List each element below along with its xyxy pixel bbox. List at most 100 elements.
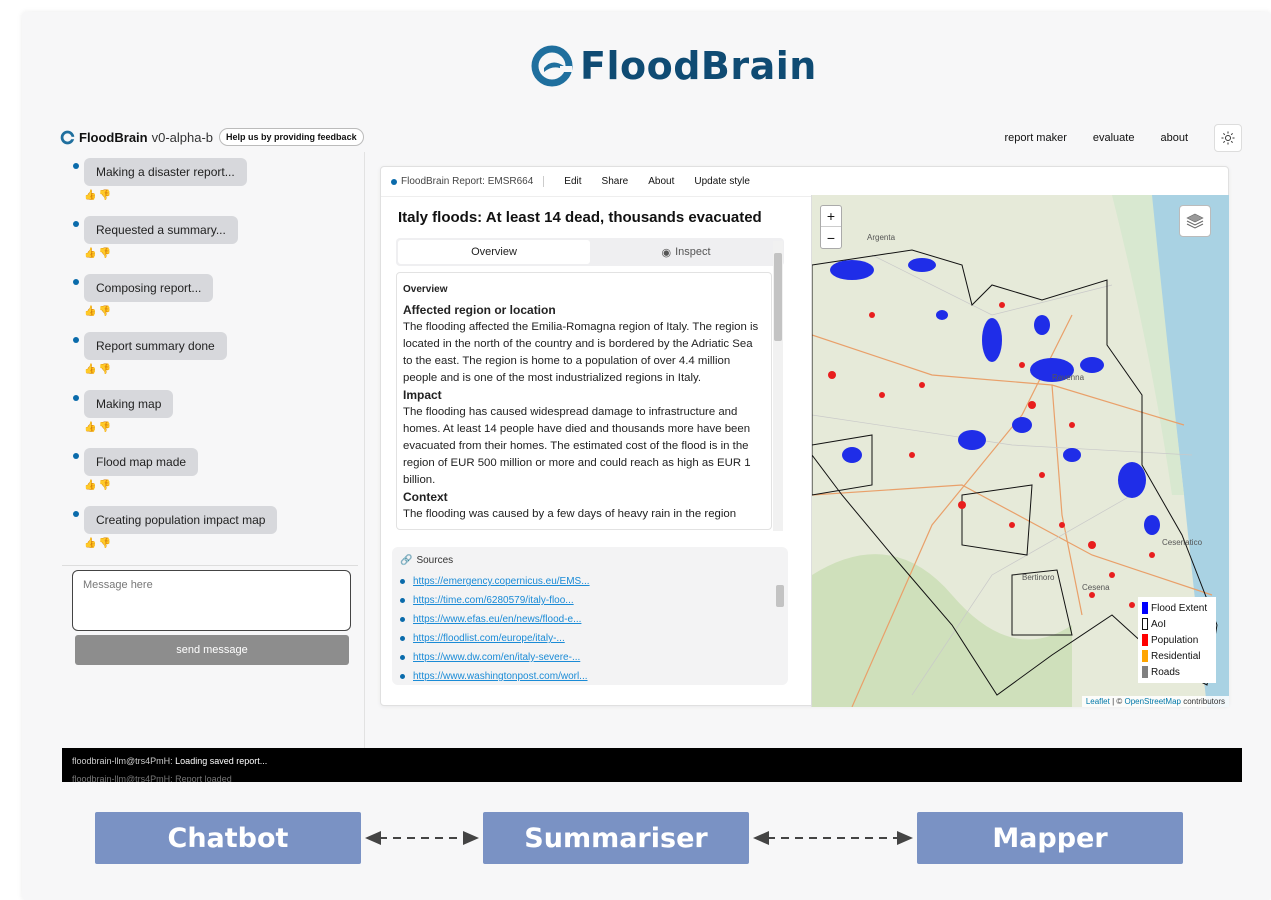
pipeline-chatbot: Chatbot [95,812,361,864]
bot-indicator-icon [73,221,79,227]
layers-button[interactable] [1179,205,1211,237]
legend-label: Residential [1151,650,1201,662]
feedback-thumbs-icon[interactable]: 👍👎 [84,422,360,433]
chat-message: Making map 👍👎 [73,390,360,448]
sun-icon [1221,131,1235,145]
nav-about[interactable]: about [1160,132,1188,144]
menu-share[interactable]: Share [602,176,629,187]
legend-item: Roads [1142,664,1212,680]
link-icon: 🔗 [400,555,413,566]
section-heading: Context [403,490,448,504]
osm-link[interactable]: OpenStreetMap [1124,697,1180,706]
bullet-icon [400,598,405,603]
source-link[interactable]: https://www.efas.eu/en/news/flood-e... [413,614,581,625]
map-place-label: Cesena [1082,583,1110,592]
legend-swatch [1142,634,1148,646]
bullet-icon [400,636,405,641]
overview-scrollbar[interactable] [773,241,783,531]
map-place-label: Cesenatico [1162,538,1203,547]
list-item: https://time.com/6280579/italy-floo... [400,591,780,610]
legend-item: AoI [1142,616,1212,632]
scrollbar-thumb[interactable] [774,253,782,341]
menu-update-style[interactable]: Update style [694,176,750,187]
report-tab-label: FloodBrain Report: EMSR664 [401,176,534,187]
layers-icon [1186,213,1204,229]
report-card: FloodBrain Report: EMSR664 Edit Share Ab… [380,166,1229,707]
chat-bubble: Flood map made [84,448,199,476]
chat-message: Composing report... 👍👎 [73,274,360,332]
tab-inspect[interactable]: ◉ Inspect [590,240,782,264]
floodbrain-logo-icon [60,130,75,144]
source-link[interactable]: https://emergency.copernicus.eu/EMS... [413,576,590,587]
chat-message: Creating population impact map 👍👎 [73,506,360,564]
chat-message: Report summary done 👍👎 [73,332,360,390]
report-tab[interactable]: FloodBrain Report: EMSR664 [391,176,545,187]
scrollbar-thumb[interactable] [776,585,784,607]
bot-indicator-icon [73,337,79,343]
sources-heading-label: Sources [416,555,454,566]
floodbrain-logo-icon [531,45,573,87]
zoom-out-button[interactable]: − [821,227,841,248]
legend-item: Residential [1142,648,1212,664]
feedback-thumbs-icon[interactable]: 👍👎 [84,538,360,549]
chat-bubble: Making map [84,390,174,418]
feedback-thumbs-icon[interactable]: 👍👎 [84,248,360,259]
legend-label: Population [1151,634,1199,646]
bullet-icon [400,617,405,622]
feedback-button[interactable]: Help us by providing feedback [219,128,364,146]
map-place-label: Bertinoro [1022,573,1055,582]
chat-bubble: Composing report... [84,274,214,302]
hero-logo: FloodBrain [530,44,817,88]
tab-overview[interactable]: Overview [398,240,590,264]
bot-indicator-icon [73,279,79,285]
menu-about[interactable]: About [648,176,674,187]
send-message-button[interactable]: send message [75,635,349,665]
map-attribution: Leaflet | © OpenStreetMap contributors [1081,696,1229,707]
report-tabs: Overview ◉ Inspect [396,238,784,266]
bullet-icon [400,655,405,660]
feedback-thumbs-icon[interactable]: 👍👎 [84,364,360,375]
section-body: The flooding has caused widespread damag… [403,406,751,486]
bullet-icon [400,674,405,679]
source-link[interactable]: https://floodlist.com/europe/italy-... [413,633,565,644]
zoom-in-button[interactable]: + [821,206,841,227]
brand[interactable]: FloodBrain v0-alpha-b [60,130,213,145]
sources-scrollbar[interactable] [775,555,785,679]
sources-panel: 🔗 Sources https://emergency.copernicus.eu… [392,547,788,685]
legend-swatch [1142,666,1148,678]
chat-bubble: Creating population impact map [84,506,278,534]
source-link[interactable]: https://time.com/6280579/italy-floo... [413,595,574,606]
bot-indicator-icon [73,453,79,459]
feedback-thumbs-icon[interactable]: 👍👎 [84,190,360,201]
legend-swatch [1142,618,1148,630]
source-link[interactable]: https://www.washingtonpost.com/worl... [413,671,588,682]
legend-item: Population [1142,632,1212,648]
attribution-tail: contributors [1180,697,1225,706]
chat-panel: Making a disaster report... 👍👎 Requested … [60,158,360,564]
tab-inspect-label: Inspect [675,246,711,258]
feedback-thumbs-icon[interactable]: 👍👎 [84,480,360,491]
chat-message: Flood map made 👍👎 [73,448,360,506]
eye-icon: ◉ [661,246,672,259]
menu-edit[interactable]: Edit [564,176,581,187]
map-legend: Flood Extent AoI Population Residential … [1138,597,1216,683]
overview-heading: Overview [403,284,448,295]
source-link[interactable]: https://www.dw.com/en/italy-severe-... [413,652,580,663]
sources-list: https://emergency.copernicus.eu/EMS... h… [400,572,780,686]
message-input[interactable]: Message here [72,570,351,631]
pipeline-summariser: Summariser [483,812,749,864]
leaflet-link[interactable]: Leaflet [1086,697,1110,706]
brand-name: FloodBrain [79,129,148,145]
theme-toggle-button[interactable] [1214,124,1242,152]
chat-bubble: Requested a summary... [84,216,238,244]
feedback-thumbs-icon[interactable]: 👍👎 [84,306,360,317]
bullet-icon [400,579,405,584]
nav-report-maker[interactable]: report maker [1005,132,1067,144]
chat-bubble: Report summary done [84,332,227,360]
flood-map[interactable]: Argenta Ravenna Bertinoro Cesena Cesenat… [811,195,1229,707]
chat-divider [62,565,358,566]
nav-evaluate[interactable]: evaluate [1093,132,1135,144]
list-item: https://emergency.copernicus.eu/EMS... [400,572,780,591]
bot-indicator-icon [73,395,79,401]
map-place-label: Ravenna [1052,373,1085,382]
